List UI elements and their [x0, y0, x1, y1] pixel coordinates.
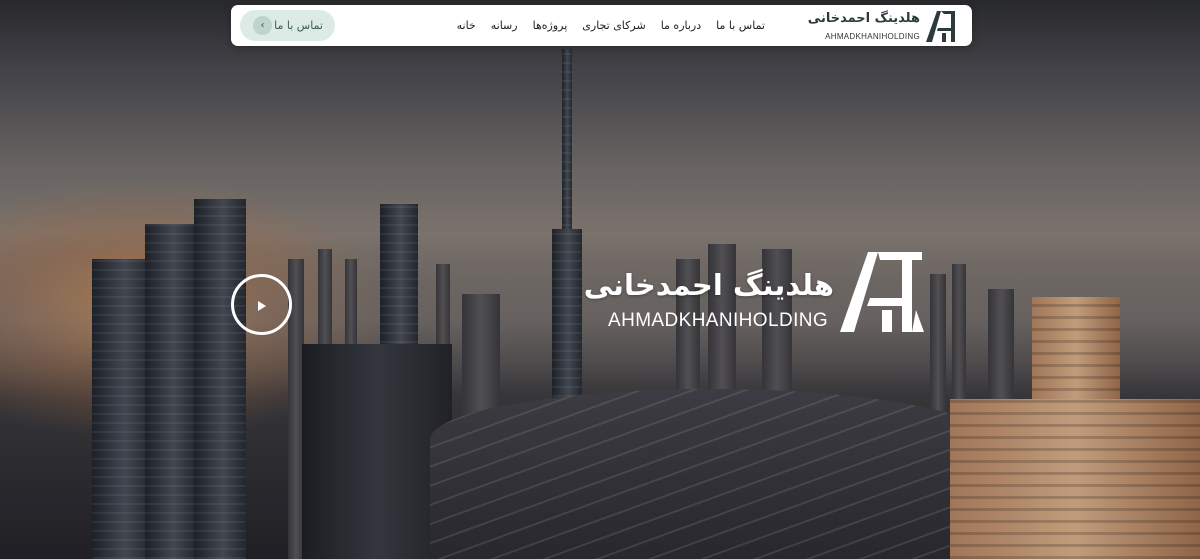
- menu-item-partners[interactable]: شرکای تجاری: [582, 19, 645, 32]
- ah-logo-icon: [926, 11, 955, 42]
- menu-item-contact[interactable]: تماس با ما: [716, 19, 765, 32]
- top-navbar: ‹ تماس با ما خانه رسانه پروژه‌ها شرکای ت…: [231, 5, 972, 46]
- play-icon: [258, 301, 266, 311]
- brand-latin-name: AHMADKHANIHOLDING: [825, 32, 920, 41]
- hero-brand-name: هلدینگ احمدخانی: [583, 268, 834, 302]
- menu-item-about[interactable]: درباره ما: [661, 19, 701, 32]
- hero-logo: هلدینگ احمدخانی AHMADKHANIHOLDING: [584, 248, 926, 338]
- contact-us-button-label: تماس با ما: [274, 19, 323, 32]
- menu-item-projects[interactable]: پروژه‌ها: [533, 19, 568, 32]
- hero-brand-latin: AHMADKHANIHOLDING: [608, 310, 829, 331]
- play-video-button[interactable]: [231, 274, 292, 335]
- menu-item-media[interactable]: رسانه: [491, 19, 518, 32]
- ah-logo-icon: [840, 252, 924, 332]
- brand-logo[interactable]: هلدینگ احمدخانی AHMADKHANIHOLDING: [808, 8, 962, 44]
- contact-us-button[interactable]: ‹ تماس با ما: [240, 10, 335, 41]
- main-menu: خانه رسانه پروژه‌ها شرکای تجاری درباره م…: [457, 5, 765, 46]
- chevron-left-icon: ‹: [253, 16, 272, 35]
- menu-item-home[interactable]: خانه: [457, 19, 476, 32]
- brand-name: هلدینگ احمدخانی: [807, 11, 920, 26]
